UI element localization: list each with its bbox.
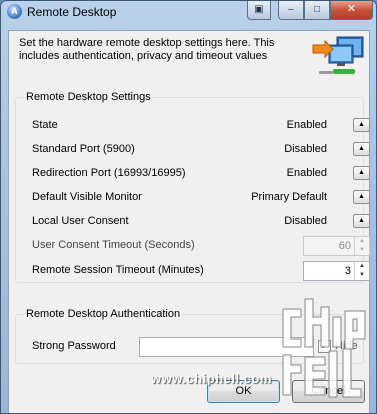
auth-group-title: Remote Desktop Authentication bbox=[24, 308, 183, 320]
watermark-text: www.chiphell.com bbox=[151, 371, 272, 386]
consent-timeout-label: User Consent Timeout (Seconds) bbox=[32, 239, 195, 251]
consent-timeout-value: 60 bbox=[338, 240, 351, 252]
session-timeout-spinner[interactable]: 3 ▲ ▼ bbox=[303, 261, 370, 281]
setting-value: Disabled bbox=[284, 215, 327, 227]
setting-row-local-user-consent: Local User Consent Disabled ▲ bbox=[32, 212, 370, 232]
session-timeout-value: 3 bbox=[344, 265, 351, 277]
remote-desktop-app-icon: A bbox=[7, 4, 22, 19]
setting-value: Enabled bbox=[286, 167, 327, 179]
minimize-button[interactable]: – bbox=[278, 1, 304, 20]
spinner-arrows: ▲ ▼ bbox=[354, 262, 369, 280]
setting-label: State bbox=[32, 119, 58, 131]
remote-desktop-settings-group: Remote Desktop Settings State Enabled ▲ … bbox=[15, 91, 370, 283]
consent-timeout-spinner[interactable]: 60 ▲ ▼ bbox=[303, 236, 370, 256]
settings-group-title: Remote Desktop Settings bbox=[24, 91, 153, 103]
standard-port-toggle-button[interactable]: ▲ bbox=[353, 142, 370, 156]
setting-row-consent-timeout: User Consent Timeout (Seconds) 60 ▲ ▼ bbox=[32, 236, 370, 256]
window-title: Remote Desktop bbox=[27, 5, 117, 19]
setting-label: Default Visible Monitor bbox=[32, 191, 142, 203]
intro-text: Set the hardware remote desktop settings… bbox=[19, 37, 275, 62]
setting-label: Standard Port (5900) bbox=[32, 143, 135, 155]
default-monitor-toggle-button[interactable]: ▲ bbox=[353, 190, 370, 204]
setting-value: Primary Default bbox=[251, 191, 327, 203]
chiphell-logo bbox=[282, 298, 366, 398]
state-toggle-button[interactable]: ▲ bbox=[353, 118, 370, 132]
setting-value: Enabled bbox=[286, 119, 327, 131]
title-bar[interactable]: A Remote Desktop ▣ – □ ✕ bbox=[1, 1, 376, 23]
spin-up-icon[interactable]: ▲ bbox=[355, 237, 369, 246]
setting-value: Disabled bbox=[284, 143, 327, 155]
spinner-arrows: ▲ ▼ bbox=[354, 237, 369, 255]
redirection-port-toggle-button[interactable]: ▲ bbox=[353, 166, 370, 180]
setting-row-redirection-port: Redirection Port (16993/16995) Enabled ▲ bbox=[32, 164, 370, 184]
close-button[interactable]: ✕ bbox=[330, 1, 373, 20]
session-timeout-label: Remote Session Timeout (Minutes) bbox=[32, 264, 204, 276]
spin-down-icon[interactable]: ▼ bbox=[355, 271, 369, 280]
strong-password-label: Strong Password bbox=[32, 340, 116, 352]
setting-label: Redirection Port (16993/16995) bbox=[32, 167, 186, 179]
setting-row-standard-port: Standard Port (5900) Disabled ▲ bbox=[32, 140, 370, 160]
maximize-button[interactable]: □ bbox=[304, 1, 330, 20]
remote-desktop-window: A Remote Desktop ▣ – □ ✕ Set the hardwar… bbox=[0, 0, 377, 414]
help-button[interactable]: ▣ bbox=[247, 1, 271, 20]
spin-up-icon[interactable]: ▲ bbox=[355, 262, 369, 271]
setting-row-session-timeout: Remote Session Timeout (Minutes) 3 ▲ ▼ bbox=[32, 261, 370, 281]
setting-row-default-monitor: Default Visible Monitor Primary Default … bbox=[32, 188, 370, 208]
local-user-consent-toggle-button[interactable]: ▲ bbox=[353, 214, 370, 228]
spin-down-icon[interactable]: ▼ bbox=[355, 246, 369, 255]
remote-computers-illustration-icon bbox=[312, 36, 364, 74]
setting-row-state: State Enabled ▲ bbox=[32, 116, 370, 136]
setting-label: Local User Consent bbox=[32, 215, 129, 227]
